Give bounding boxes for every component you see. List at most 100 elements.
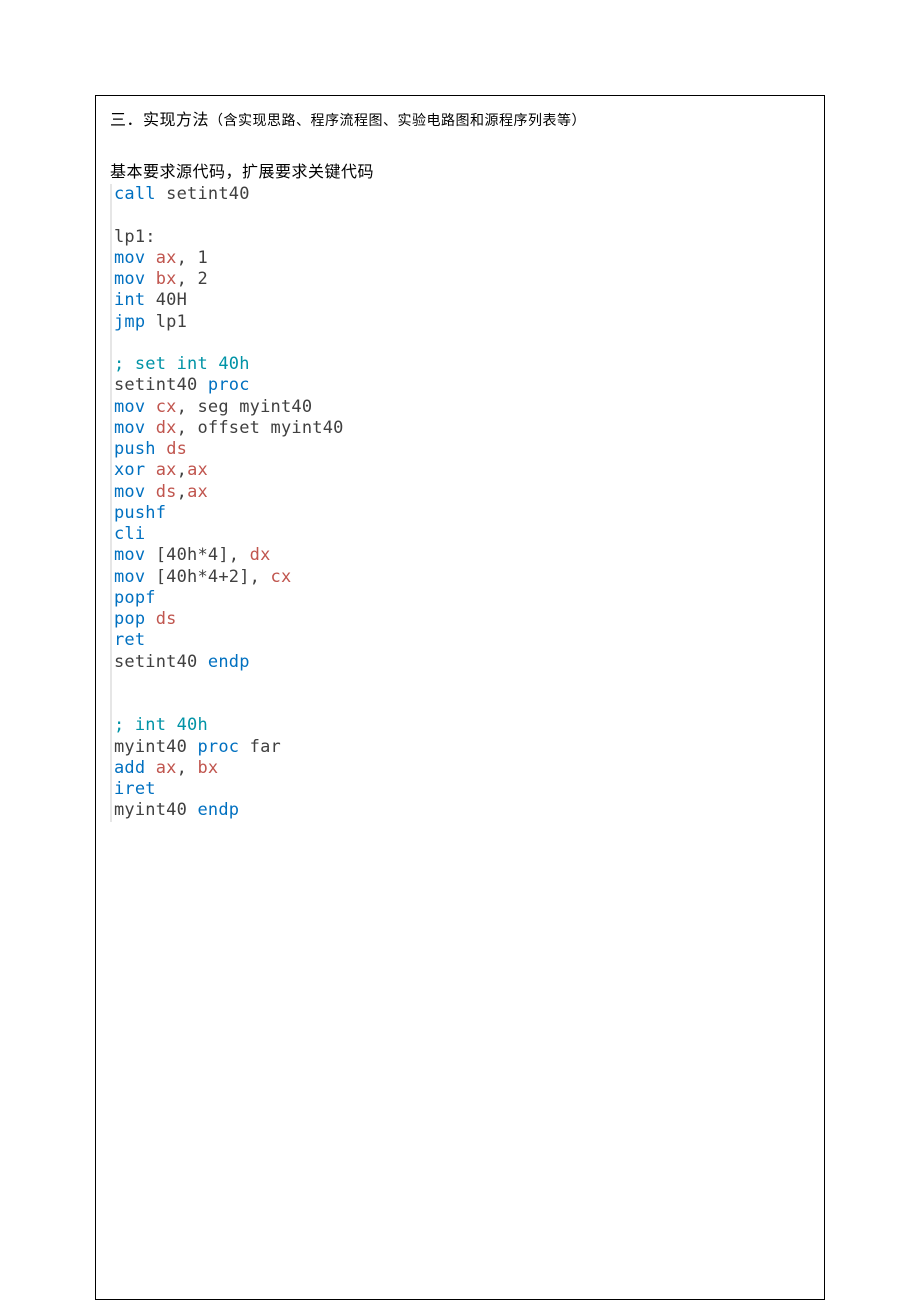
- code-token: proc: [197, 737, 239, 757]
- code-token: far: [239, 737, 281, 757]
- code-token: [40h*4+2],: [145, 567, 270, 587]
- code-token: ax: [187, 482, 208, 502]
- code-token: mov: [114, 248, 145, 268]
- code-token: endp: [208, 652, 250, 672]
- code-token: push: [114, 439, 156, 459]
- code-token: [145, 609, 155, 629]
- code-token: ax: [156, 460, 177, 480]
- code-line: [114, 673, 810, 694]
- code-token: mov: [114, 567, 145, 587]
- code-line: setint40 endp: [114, 652, 810, 673]
- code-token: [145, 418, 155, 438]
- code-token: [145, 269, 155, 289]
- code-token: mov: [114, 545, 145, 565]
- heading-main: 三．实现方法: [110, 112, 209, 129]
- code-line: [114, 694, 810, 715]
- code-token: int: [114, 290, 145, 310]
- code-token: myint40: [114, 737, 197, 757]
- code-token: endp: [197, 800, 239, 820]
- code-token: , offset myint40: [177, 418, 344, 438]
- code-line: pop ds: [114, 609, 810, 630]
- code-token: lp1: [145, 312, 187, 332]
- code-token: 40H: [145, 290, 187, 310]
- code-line: mov [40h*4+2], cx: [114, 567, 810, 588]
- code-token: ax: [156, 248, 177, 268]
- code-line: mov ax, 1: [114, 248, 810, 269]
- code-token: [145, 482, 155, 502]
- document-page: 三．实现方法（含实现思路、程序流程图、实验电路图和源程序列表等） 基本要求源代码…: [95, 95, 825, 1300]
- code-line: ; int 40h: [114, 715, 810, 736]
- code-token: , 1: [177, 248, 208, 268]
- code-token: ret: [114, 630, 145, 650]
- code-token: , seg myint40: [177, 397, 313, 417]
- code-line: [114, 205, 810, 226]
- code-line: [114, 333, 810, 354]
- code-token: ,: [177, 482, 187, 502]
- code-token: dx: [156, 418, 177, 438]
- code-token: popf: [114, 588, 156, 608]
- code-token: ,: [177, 460, 187, 480]
- code-line: popf: [114, 588, 810, 609]
- code-token: mov: [114, 418, 145, 438]
- code-token: ,: [177, 758, 198, 778]
- section-subheading: 基本要求源代码，扩展要求关键代码: [110, 158, 810, 182]
- code-token: mov: [114, 482, 145, 502]
- code-line: push ds: [114, 439, 810, 460]
- code-token: setint40: [114, 652, 208, 672]
- code-line: call setint40: [114, 184, 810, 205]
- code-token: add: [114, 758, 145, 778]
- code-line: ret: [114, 630, 810, 651]
- code-line: mov [40h*4], dx: [114, 545, 810, 566]
- code-token: [145, 397, 155, 417]
- code-line: mov cx, seg myint40: [114, 397, 810, 418]
- code-token: pushf: [114, 503, 166, 523]
- code-token: , 2: [177, 269, 208, 289]
- code-line: mov bx, 2: [114, 269, 810, 290]
- code-token: [145, 758, 155, 778]
- code-line: pushf: [114, 503, 810, 524]
- code-token: ; set int 40h: [114, 354, 250, 374]
- code-token: iret: [114, 779, 156, 799]
- code-token: [156, 439, 166, 459]
- code-token: lp1:: [114, 227, 156, 247]
- code-line: mov ds,ax: [114, 482, 810, 503]
- code-token: [40h*4],: [145, 545, 249, 565]
- code-token: setint40: [114, 375, 208, 395]
- code-token: jmp: [114, 312, 145, 332]
- code-line: xor ax,ax: [114, 460, 810, 481]
- code-token: ds: [156, 482, 177, 502]
- code-token: ; int 40h: [114, 715, 208, 735]
- section-heading: 三．实现方法（含实现思路、程序流程图、实验电路图和源程序列表等）: [110, 106, 810, 130]
- code-line: int 40H: [114, 290, 810, 311]
- code-line: setint40 proc: [114, 375, 810, 396]
- code-token: dx: [250, 545, 271, 565]
- heading-paren: （含实现思路、程序流程图、实验电路图和源程序列表等）: [209, 114, 586, 129]
- code-token: ds: [166, 439, 187, 459]
- code-line: iret: [114, 779, 810, 800]
- code-token: call: [114, 184, 156, 204]
- code-token: cx: [271, 567, 292, 587]
- code-token: [145, 248, 155, 268]
- code-token: ax: [187, 460, 208, 480]
- code-token: [145, 460, 155, 480]
- code-line: mov dx, offset myint40: [114, 418, 810, 439]
- code-token: ax: [156, 758, 177, 778]
- code-token: myint40: [114, 800, 197, 820]
- code-token: cli: [114, 524, 145, 544]
- code-line: jmp lp1: [114, 312, 810, 333]
- code-line: add ax, bx: [114, 758, 810, 779]
- code-token: bx: [198, 758, 219, 778]
- code-token: cx: [156, 397, 177, 417]
- code-token: proc: [208, 375, 250, 395]
- code-token: xor: [114, 460, 145, 480]
- code-line: myint40 endp: [114, 800, 810, 821]
- code-token: mov: [114, 397, 145, 417]
- code-token: setint40: [156, 184, 250, 204]
- code-line: myint40 proc far: [114, 737, 810, 758]
- code-token: pop: [114, 609, 145, 629]
- code-block: call setint40 lp1:mov ax, 1mov bx, 2int …: [110, 184, 810, 822]
- code-line: lp1:: [114, 227, 810, 248]
- code-token: bx: [156, 269, 177, 289]
- code-line: cli: [114, 524, 810, 545]
- code-token: ds: [156, 609, 177, 629]
